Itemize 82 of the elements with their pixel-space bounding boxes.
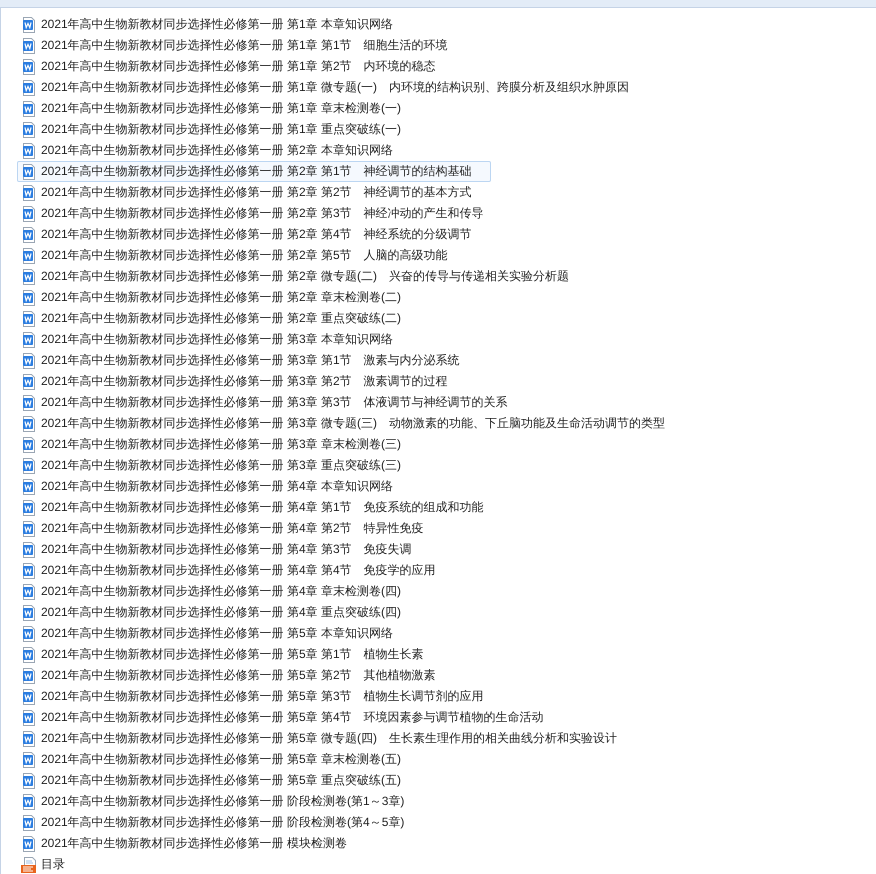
file-item[interactable]: 2021年高中生物新教材同步选择性必修第一册 第4章 重点突破练(四) [17, 602, 420, 623]
file-item[interactable]: 2021年高中生物新教材同步选择性必修第一册 第4章 本章知识网络 [17, 476, 412, 497]
file-item[interactable]: 2021年高中生物新教材同步选择性必修第一册 第5章 章末检测卷(五) [17, 749, 420, 770]
document-icon [22, 562, 36, 578]
file-item[interactable]: 2021年高中生物新教材同步选择性必修第一册 第4章 第2节 特异性免疫 [17, 518, 443, 539]
file-item[interactable]: 2021年高中生物新教材同步选择性必修第一册 第3章 第1节 激素与内分泌系统 [17, 350, 479, 371]
file-item[interactable]: 2021年高中生物新教材同步选择性必修第一册 第2章 重点突破练(二) [17, 308, 420, 329]
document-icon [22, 332, 36, 348]
file-item[interactable]: 2021年高中生物新教材同步选择性必修第一册 第4章 第1节 免疫系统的组成和功能 [17, 497, 503, 518]
file-item[interactable]: 2021年高中生物新教材同步选择性必修第一册 第4章 章末检测卷(四) [17, 581, 420, 602]
file-item[interactable]: 2021年高中生物新教材同步选择性必修第一册 第3章 第3节 体液调节与神经调节的关系 [17, 392, 527, 413]
document-icon [22, 478, 36, 494]
file-item[interactable]: 2021年高中生物新教材同步选择性必修第一册 第1章 微专题(一) 内环境的结构识别、跨膜分析及组织水肿原因 [17, 77, 648, 98]
document-icon [22, 310, 36, 326]
document-icon [22, 458, 36, 474]
document-icon [22, 794, 36, 810]
file-item[interactable]: 2021年高中生物新教材同步选择性必修第一册 第4章 第4节 免疫学的应用 [17, 560, 455, 581]
document-icon [22, 416, 36, 432]
file-item[interactable]: 2021年高中生物新教材同步选择性必修第一册 第2章 微专题(二) 兴奋的传导与传递相关实验分析题 [17, 266, 588, 287]
document-icon [22, 646, 36, 662]
document-icon [22, 604, 36, 620]
file-item[interactable]: 2021年高中生物新教材同步选择性必修第一册 第1章 第2节 内环境的稳态 [17, 56, 455, 77]
document-icon [22, 710, 36, 726]
file-item[interactable]: 目录 [17, 854, 84, 874]
document-icon [22, 164, 36, 180]
document-icon [22, 184, 36, 200]
document-icon [22, 752, 36, 768]
document-icon [22, 16, 36, 32]
document-icon [22, 226, 36, 242]
document-icon [22, 122, 36, 138]
file-item[interactable]: 2021年高中生物新教材同步选择性必修第一册 第5章 微专题(四) 生长素生理作用的相关曲线分析和实验设计 [17, 728, 636, 749]
document-icon [22, 730, 36, 746]
file-item[interactable]: 2021年高中生物新教材同步选择性必修第一册 第5章 第3节 植物生长调节剂的应用 [17, 686, 503, 707]
document-icon [22, 626, 36, 642]
file-item[interactable]: 2021年高中生物新教材同步选择性必修第一册 第2章 第4节 神经系统的分级调节 [17, 224, 491, 245]
document-icon [22, 80, 36, 96]
file-item[interactable]: 2021年高中生物新教材同步选择性必修第一册 第1章 第1节 细胞生活的环境 [17, 35, 467, 56]
file-item[interactable]: 2021年高中生物新教材同步选择性必修第一册 第2章 第5节 人脑的高级功能 [17, 245, 467, 266]
document-icon [22, 352, 36, 368]
file-item[interactable]: 2021年高中生物新教材同步选择性必修第一册 阶段检测卷(第4～5章) [17, 812, 424, 833]
file-item[interactable]: 2021年高中生物新教材同步选择性必修第一册 第5章 第2节 其他植物激素 [17, 665, 455, 686]
document-icon [22, 520, 36, 536]
document-icon [22, 206, 36, 222]
document-icon [22, 584, 36, 600]
file-item[interactable]: 2021年高中生物新教材同步选择性必修第一册 第5章 第1节 植物生长素 [17, 644, 443, 665]
file-item[interactable]: 2021年高中生物新教材同步选择性必修第一册 第5章 重点突破练(五) [17, 770, 420, 791]
file-item[interactable]: 2021年高中生物新教材同步选择性必修第一册 第3章 第2节 激素调节的过程 [17, 371, 467, 392]
document-icon [22, 248, 36, 264]
document-icon [22, 772, 36, 788]
file-item[interactable]: 2021年高中生物新教材同步选择性必修第一册 阶段检测卷(第1～3章) [17, 791, 424, 812]
file-item[interactable]: 2021年高中生物新教材同步选择性必修第一册 第3章 章末检测卷(三) [17, 434, 420, 455]
file-item[interactable]: 2021年高中生物新教材同步选择性必修第一册 第3章 本章知识网络 [17, 329, 412, 350]
document-icon [22, 290, 36, 306]
file-item[interactable]: 2021年高中生物新教材同步选择性必修第一册 第3章 重点突破练(三) [17, 455, 420, 476]
file-item[interactable]: 2021年高中生物新教材同步选择性必修第一册 第2章 第2节 神经调节的基本方式 [17, 182, 491, 203]
file-item[interactable]: 2021年高中生物新教材同步选择性必修第一册 第2章 第1节 神经调节的结构基础 [17, 161, 491, 182]
file-item[interactable]: 2021年高中生物新教材同步选择性必修第一册 第1章 章末检测卷(一) [17, 98, 420, 119]
file-item[interactable]: 2021年高中生物新教材同步选择性必修第一册 第5章 第4节 环境因素参与调节植物的生命活动 [17, 707, 563, 728]
document-icon [22, 100, 36, 116]
document-icon [22, 814, 36, 830]
image-file-icon [21, 856, 37, 872]
document-icon [22, 688, 36, 704]
document-icon [22, 374, 36, 390]
document-icon [22, 142, 36, 158]
file-item[interactable]: 2021年高中生物新教材同步选择性必修第一册 模块检测卷 [17, 833, 366, 854]
file-item[interactable]: 2021年高中生物新教材同步选择性必修第一册 第2章 章末检测卷(二) [17, 287, 420, 308]
document-icon [22, 394, 36, 410]
document-icon [22, 836, 36, 852]
document-icon [22, 268, 36, 284]
document-icon [22, 436, 36, 452]
file-item[interactable]: 2021年高中生物新教材同步选择性必修第一册 第2章 第3节 神经冲动的产生和传导 [17, 203, 503, 224]
file-item[interactable]: 2021年高中生物新教材同步选择性必修第一册 第4章 第3节 免疫失调 [17, 539, 431, 560]
document-icon [22, 38, 36, 54]
file-item[interactable]: 2021年高中生物新教材同步选择性必修第一册 第5章 本章知识网络 [17, 623, 412, 644]
file-item[interactable]: 2021年高中生物新教材同步选择性必修第一册 第1章 本章知识网络 [17, 14, 412, 35]
file-item[interactable]: 2021年高中生物新教材同步选择性必修第一册 第3章 微专题(三) 动物激素的功能、下丘脑功能及生命活动调节的类型 [17, 413, 684, 434]
document-icon [22, 500, 36, 516]
file-item[interactable]: 2021年高中生物新教材同步选择性必修第一册 第2章 本章知识网络 [17, 140, 412, 161]
file-item[interactable]: 2021年高中生物新教材同步选择性必修第一册 第1章 重点突破练(一) [17, 119, 420, 140]
document-icon [22, 542, 36, 558]
document-icon [22, 668, 36, 684]
document-icon [22, 58, 36, 74]
